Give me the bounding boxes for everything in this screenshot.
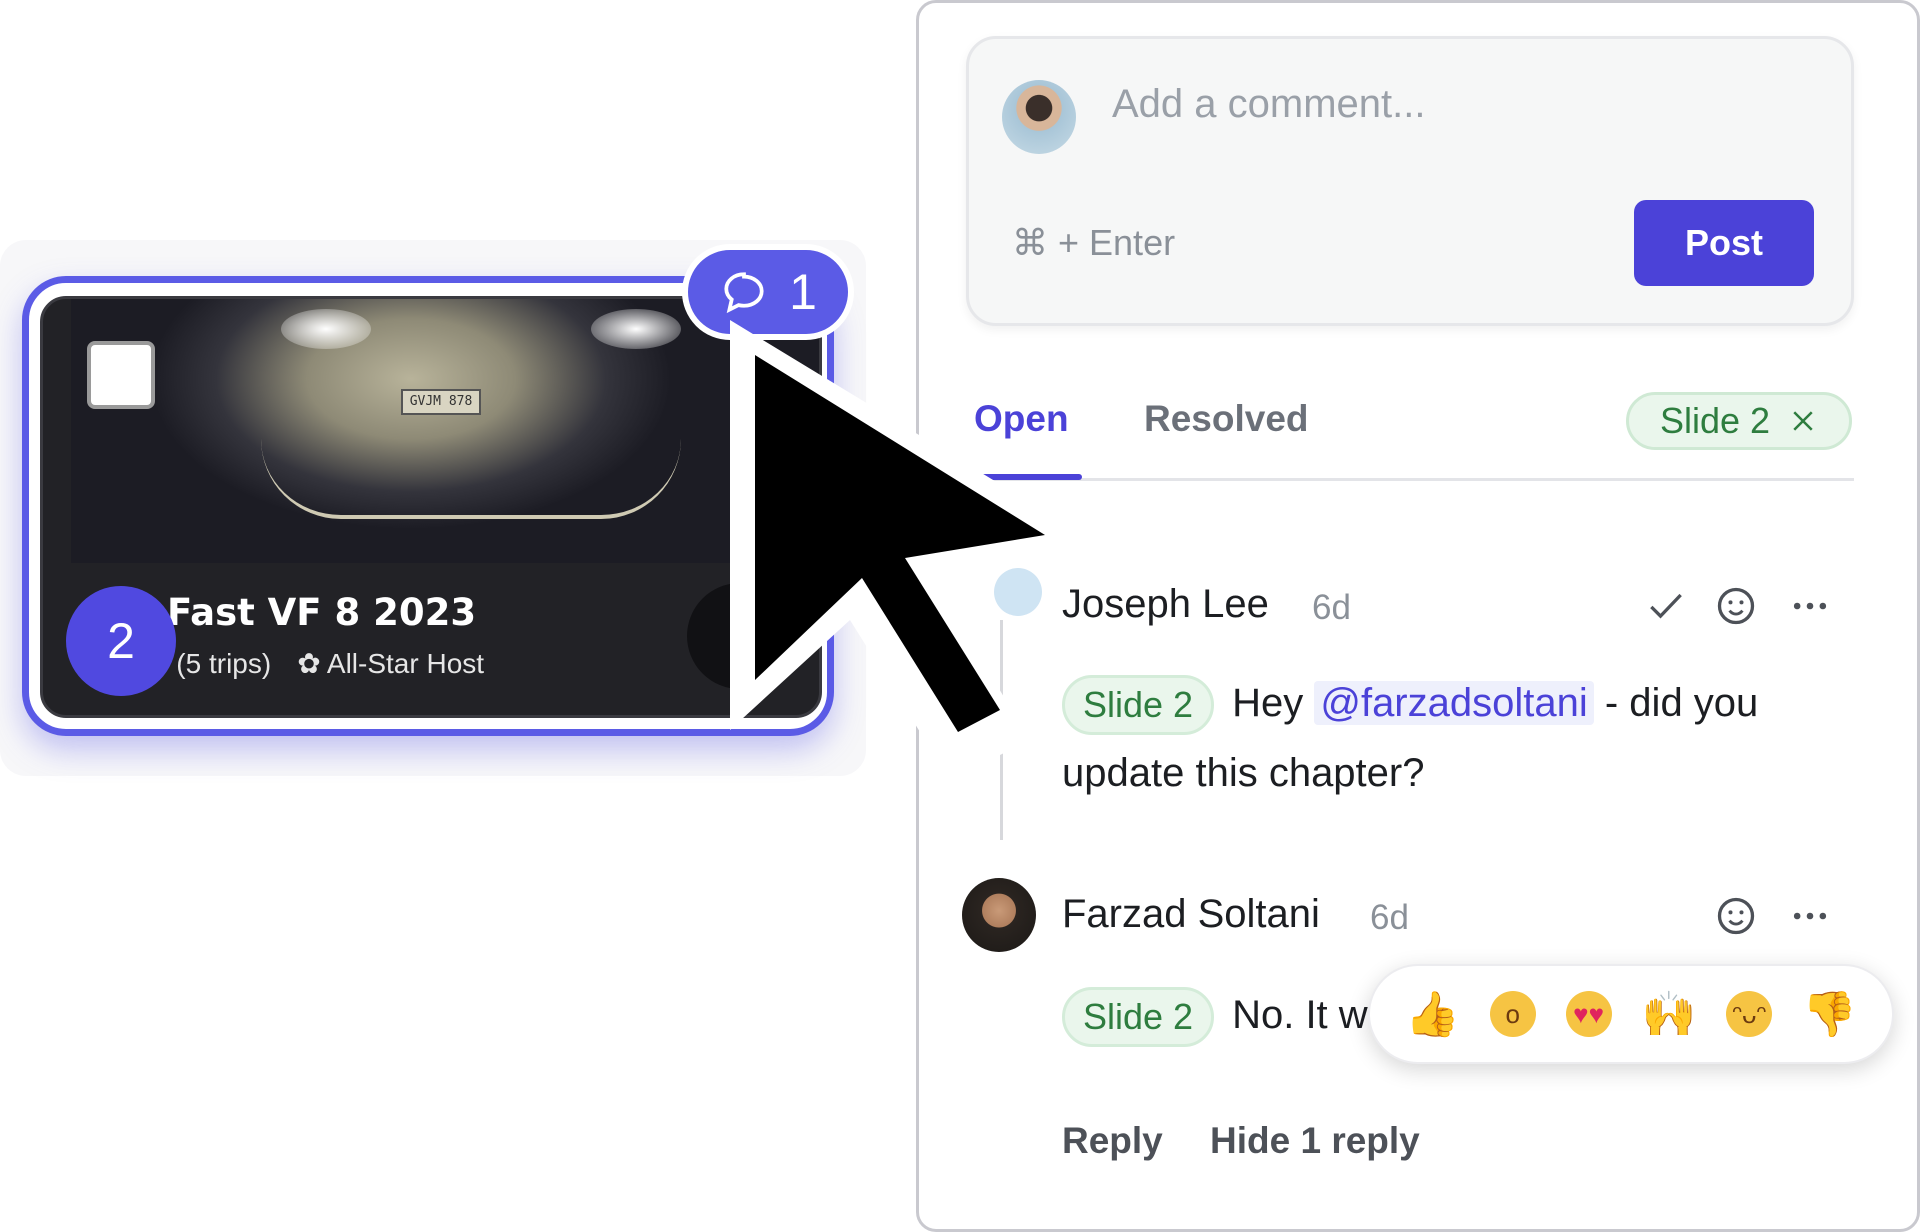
slide-tag[interactable]: Slide 2	[1062, 987, 1215, 1048]
listing-title: Fast VF 8 2023	[167, 591, 477, 634]
award-icon: ✿	[297, 648, 321, 679]
comment-text: No. It w	[1232, 993, 1368, 1037]
car-bumper	[261, 439, 681, 519]
mouse-cursor-icon	[730, 320, 1100, 780]
comment-author: Farzad Soltani	[1062, 892, 1320, 936]
surprised-face-icon[interactable]: o	[1489, 991, 1536, 1037]
submit-shortcut-hint: ⌘ + Enter	[1012, 222, 1176, 263]
tears-of-joy-icon[interactable]: ᵔᴗᵔ	[1726, 991, 1773, 1037]
stage: GVJM 878 Fast VF 8 2023 ★ (5 trips) ✿ Al…	[0, 0, 1920, 1232]
comment-body: Slide 2 Hey @farzadsoltani - did you upda…	[1062, 668, 1852, 808]
comment-body: Slide 2 No. It w	[1062, 980, 1382, 1050]
current-user-avatar	[1002, 80, 1076, 154]
comment-age: 6d	[1312, 588, 1351, 627]
license-plate: GVJM 878	[401, 389, 481, 415]
close-icon[interactable]	[1788, 406, 1818, 436]
listing-meta: ★ (5 trips) ✿ All-Star Host	[147, 647, 484, 680]
farzad-soltani-avatar	[962, 878, 1036, 952]
resolve-check-icon[interactable]	[1640, 580, 1692, 632]
add-reaction-icon[interactable]	[1710, 890, 1762, 942]
hide-replies-link[interactable]: Hide 1 reply	[1210, 1120, 1420, 1162]
slide-filter-chip[interactable]: Slide 2	[1626, 392, 1852, 450]
host-badge: All-Star Host	[326, 648, 485, 679]
user-mention[interactable]: @farzadsoltani	[1314, 681, 1594, 725]
post-button[interactable]: Post	[1634, 200, 1814, 286]
comment-text-start: Hey	[1232, 681, 1304, 725]
car-headlight-right	[591, 309, 681, 349]
trips-count: (5 trips)	[176, 647, 272, 679]
car-headlight-left	[281, 309, 371, 349]
reaction-picker: 👍 o ♥♥ 🙌 ᵔᴗᵔ 👎	[1368, 964, 1894, 1064]
more-horizontal-icon[interactable]	[1784, 890, 1836, 942]
heart-eyes-icon[interactable]: ♥♥	[1565, 991, 1612, 1037]
add-reaction-icon[interactable]	[1710, 580, 1762, 632]
reply-link[interactable]: Reply	[1062, 1120, 1163, 1162]
comment-age: 6d	[1370, 898, 1409, 937]
comment-input[interactable]	[1112, 82, 1812, 127]
thumbs-up-icon[interactable]: 👍	[1405, 988, 1460, 1040]
thumbs-down-icon[interactable]: 👎	[1802, 988, 1857, 1040]
tab-resolved[interactable]: Resolved	[1144, 398, 1309, 440]
raised-hands-icon[interactable]: 🙌	[1642, 988, 1697, 1040]
slide-select-checkbox[interactable]	[87, 341, 155, 409]
filter-chip-label: Slide 2	[1659, 400, 1771, 441]
more-horizontal-icon[interactable]	[1784, 580, 1836, 632]
slide-number-badge: 2	[66, 586, 176, 696]
